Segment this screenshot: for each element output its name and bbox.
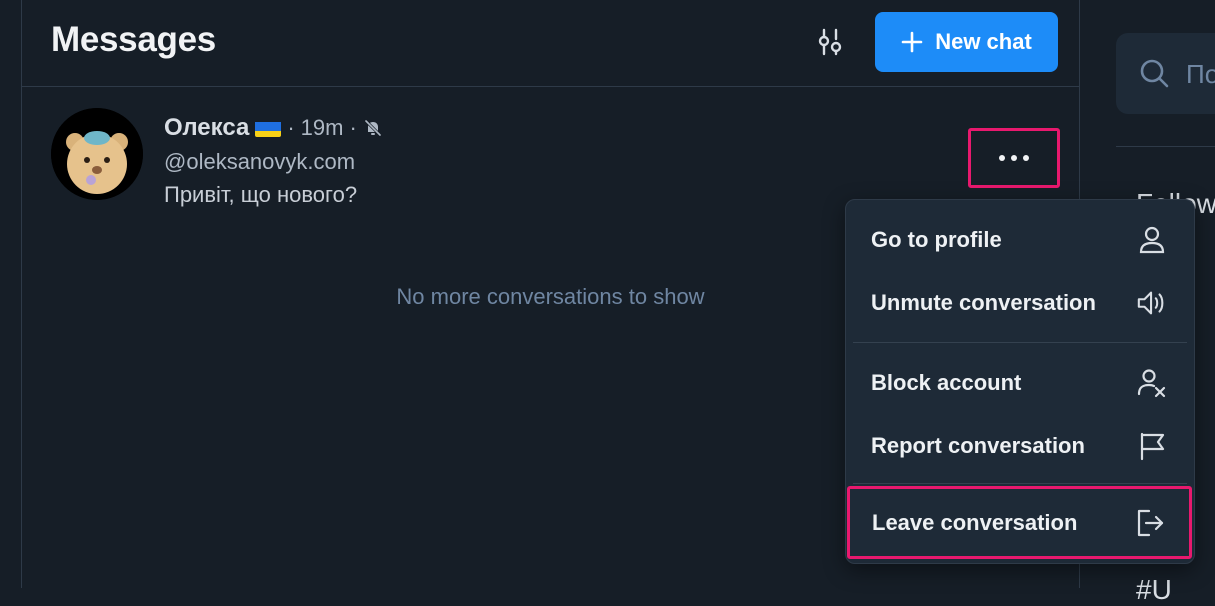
person-icon	[1136, 224, 1168, 256]
separator: ·	[287, 115, 295, 140]
page-title: Messages	[51, 20, 216, 59]
avatar[interactable]	[51, 108, 143, 200]
more-options-button[interactable]	[968, 128, 1060, 188]
search-icon	[1138, 57, 1170, 94]
person-x-icon	[1136, 367, 1168, 399]
new-chat-label: New chat	[935, 29, 1032, 54]
menu-item-block-account[interactable]: Block account	[846, 352, 1194, 414]
search-input[interactable]: По	[1116, 33, 1215, 114]
menu-item-label: Report conversation	[871, 433, 1085, 458]
bell-off-icon	[363, 118, 383, 138]
speaker-icon	[1136, 287, 1168, 319]
exit-icon	[1134, 507, 1166, 539]
feed-item[interactable]: #U	[1136, 574, 1172, 606]
message-time: 19m	[300, 115, 344, 140]
plus-icon	[901, 31, 923, 53]
menu-item-unmute[interactable]: Unmute conversation	[846, 272, 1194, 334]
sliders-icon[interactable]	[812, 26, 848, 58]
ukraine-flag-icon	[255, 119, 282, 137]
contact-name: Олекса	[164, 114, 250, 141]
contact-handle: @oleksanovyk.com	[164, 149, 356, 174]
menu-item-label: Leave conversation	[872, 509, 1078, 535]
left-gutter	[0, 0, 22, 588]
ellipsis-icon	[999, 155, 1005, 161]
new-chat-button[interactable]: New chat	[875, 12, 1058, 72]
flag-icon	[1136, 430, 1168, 462]
message-preview: Привіт, що нового?	[164, 182, 358, 207]
menu-item-go-to-profile[interactable]: Go to profile	[846, 209, 1194, 271]
menu-item-leave[interactable]: Leave conversation	[847, 486, 1192, 559]
menu-item-report[interactable]: Report conversation	[846, 415, 1194, 477]
conversation-title-line: Олекса · 19m ·	[164, 114, 383, 142]
menu-divider	[853, 483, 1187, 484]
search-placeholder: По	[1186, 59, 1215, 89]
menu-item-label: Unmute conversation	[871, 290, 1096, 315]
separator: ·	[349, 115, 357, 140]
menu-item-label: Go to profile	[871, 227, 1002, 252]
menu-item-label: Block account	[871, 370, 1022, 395]
messages-header: Messages New chat	[22, 0, 1079, 87]
conversation-options-menu: Go to profile Unmute conversation Block …	[845, 199, 1195, 564]
divider	[1116, 146, 1215, 147]
menu-divider	[853, 342, 1187, 343]
